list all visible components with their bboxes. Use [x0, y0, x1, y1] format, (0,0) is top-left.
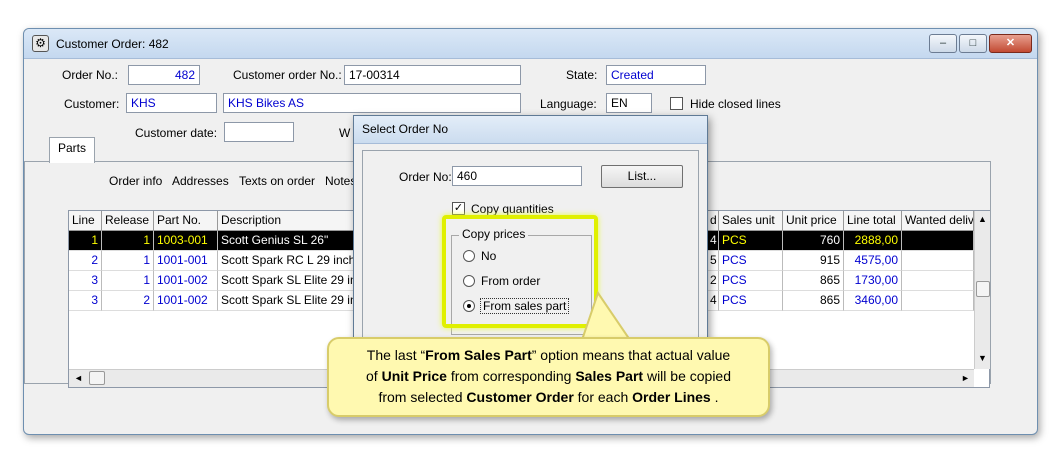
horizontal-scroll-thumb[interactable] [89, 371, 105, 385]
col-header-line[interactable]: Line [69, 211, 102, 231]
customer-order-no-label: Customer order No.: [233, 68, 342, 82]
cell-wanted-delivery [902, 271, 974, 291]
col-header-part-no[interactable]: Part No. [154, 211, 218, 231]
callout-text: ” option means that actual value [531, 347, 731, 363]
minimize-button[interactable]: – [929, 34, 957, 53]
col-header-unit-price[interactable]: Unit price [783, 211, 844, 231]
callout-bold: Unit Price [381, 368, 447, 384]
cell-line: 1 [69, 231, 102, 251]
cell-wanted-delivery [902, 251, 974, 271]
cell-sales-unit: PCS [719, 271, 783, 291]
callout-text: from selected [378, 389, 467, 405]
customer-order-no-field[interactable]: 17-00314 [344, 65, 521, 85]
hide-closed-label: Hide closed lines [690, 97, 781, 111]
cell-release: 1 [102, 231, 154, 251]
dialog-order-no-field[interactable]: 460 [452, 166, 582, 186]
vertical-scrollbar[interactable]: ▲ ▼ [974, 211, 990, 369]
cell-wanted-delivery [902, 231, 974, 251]
order-no-field[interactable]: 482 [128, 65, 200, 85]
col-header-description[interactable]: Description [218, 211, 354, 231]
order-no-label: Order No.: [62, 68, 119, 82]
cell-line: 3 [69, 271, 102, 291]
hide-closed-checkbox[interactable] [670, 97, 683, 110]
tab-notes[interactable]: Notes [325, 174, 356, 188]
tab-order-info[interactable]: Order info [109, 174, 162, 188]
customer-code-field[interactable]: KHS [126, 93, 217, 113]
callout-text: will be copied [643, 368, 731, 384]
col-header-line-total[interactable]: Line total [844, 211, 902, 231]
title-bar[interactable]: ⚙ Customer Order: 482 – □ ✕ [24, 29, 1037, 59]
dialog-order-no-label: Order No: [399, 170, 452, 184]
col-header-release[interactable]: Release [102, 211, 154, 231]
cell-wanted-delivery [902, 291, 974, 311]
language-label: Language: [540, 97, 597, 111]
cell-line: 2 [69, 251, 102, 271]
window-title: Customer Order: 482 [56, 37, 169, 51]
cell-unit-price: 865 [783, 291, 844, 311]
vertical-scroll-thumb[interactable] [976, 281, 990, 297]
scroll-up-icon[interactable]: ▲ [978, 214, 987, 224]
cell-release: 1 [102, 251, 154, 271]
col-header-wanted-delivery[interactable]: Wanted deliv [902, 211, 974, 231]
cell-release: 1 [102, 271, 154, 291]
copy-quantities-checkbox[interactable]: ✓ [452, 202, 465, 215]
customer-date-field[interactable] [224, 122, 294, 142]
cell-unit-price: 865 [783, 271, 844, 291]
callout-text: . [710, 389, 719, 405]
cell-line-total: 2888,00 [844, 231, 902, 251]
customer-name-field[interactable]: KHS Bikes AS [223, 93, 521, 113]
callout-text: from corresponding [446, 368, 576, 384]
callout-text: for each [573, 389, 633, 405]
cell-part-no: 1001-002 [154, 291, 218, 311]
cell-sales-unit: PCS [719, 251, 783, 271]
tab-addresses[interactable]: Addresses [172, 174, 229, 188]
col-header-sales-unit[interactable]: Sales unit [719, 211, 783, 231]
tab-parts[interactable]: Parts [49, 137, 96, 163]
callout-bold: Order Lines [632, 389, 711, 405]
callout-bold: Customer Order [466, 389, 574, 405]
cell-line-total: 1730,00 [844, 271, 902, 291]
scroll-down-icon[interactable]: ▼ [978, 353, 987, 363]
cell-qty: 4 [707, 231, 719, 251]
cell-qty: 2 [707, 271, 719, 291]
cell-line-total: 3460,00 [844, 291, 902, 311]
app-icon: ⚙ [32, 35, 49, 52]
cell-unit-price: 915 [783, 251, 844, 271]
cell-part-no: 1001-002 [154, 271, 218, 291]
cell-qty: 4 [707, 291, 719, 311]
cell-line: 3 [69, 291, 102, 311]
close-button[interactable]: ✕ [989, 34, 1032, 53]
cell-unit-price: 760 [783, 231, 844, 251]
scroll-right-icon[interactable]: ► [961, 373, 970, 383]
state-field[interactable]: Created [606, 65, 706, 85]
callout-bold: Sales Part [575, 368, 644, 384]
cell-sales-unit: PCS [719, 291, 783, 311]
list-button[interactable]: List... [601, 165, 683, 188]
cell-part-no: 1003-001 [154, 231, 218, 251]
callout-pointer [580, 290, 632, 341]
cell-sales-unit: PCS [719, 231, 783, 251]
callout-text: The last “ [366, 347, 426, 363]
w-label: W [339, 126, 351, 140]
cell-line-total: 4575,00 [844, 251, 902, 271]
scroll-left-icon[interactable]: ◄ [74, 373, 83, 383]
language-field[interactable]: EN [606, 93, 652, 113]
customer-label: Customer: [64, 97, 120, 111]
customer-date-label: Customer date: [135, 126, 218, 140]
dialog-title[interactable]: Select Order No [354, 116, 707, 144]
cell-part-no: 1001-001 [154, 251, 218, 271]
callout-text: of [366, 368, 382, 384]
tab-texts-on-order[interactable]: Texts on order [239, 174, 315, 188]
explanation-callout: The last “From Sales Part” option means … [327, 337, 770, 417]
maximize-button[interactable]: □ [959, 34, 987, 53]
col-header-qty[interactable]: d [707, 211, 719, 231]
state-label: State: [566, 68, 598, 82]
cell-release: 2 [102, 291, 154, 311]
copy-quantities-label: Copy quantities [471, 202, 554, 216]
cell-qty: 5 [707, 251, 719, 271]
callout-bold: From Sales Part [425, 347, 532, 363]
